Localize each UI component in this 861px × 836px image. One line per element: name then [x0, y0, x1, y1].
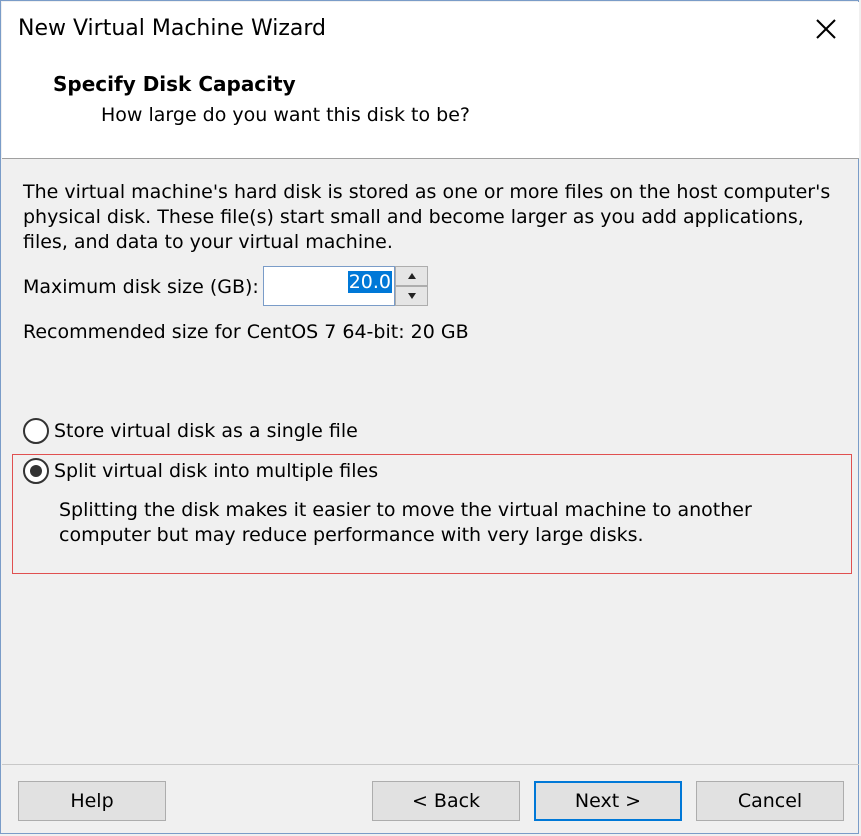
- page-title: Specify Disk Capacity: [53, 72, 296, 96]
- window-title: New Virtual Machine Wizard: [18, 16, 326, 41]
- arrow-up-icon: [408, 273, 416, 279]
- spin-down-button[interactable]: [395, 286, 428, 306]
- help-button[interactable]: Help: [18, 781, 166, 821]
- radio-single-file[interactable]: Store virtual disk as a single file: [23, 417, 358, 445]
- recommended-size-text: Recommended size for CentOS 7 64-bit: 20…: [23, 321, 469, 343]
- wizard-header: Specify Disk Capacity How large do you w…: [2, 58, 859, 159]
- radio-split-files[interactable]: Split virtual disk into multiple files: [23, 457, 378, 485]
- spin-up-button[interactable]: [395, 266, 428, 286]
- close-button[interactable]: [811, 14, 841, 44]
- arrow-down-icon: [408, 293, 416, 299]
- disk-description: The virtual machine's hard disk is store…: [23, 181, 831, 253]
- split-description: Splitting the disk makes it easier to mo…: [59, 499, 752, 546]
- radio-single-circle[interactable]: [23, 418, 49, 444]
- page-subtitle: How large do you want this disk to be?: [101, 104, 471, 126]
- cancel-button[interactable]: Cancel: [696, 781, 844, 821]
- radio-split-label: Split virtual disk into multiple files: [54, 460, 379, 482]
- footer-divider: [2, 764, 859, 765]
- back-button[interactable]: < Back: [372, 781, 520, 821]
- wizard-window: New Virtual Machine Wizard Specify Disk …: [0, 0, 859, 834]
- disk-size-input[interactable]: 20.0: [263, 266, 395, 306]
- next-button[interactable]: Next >: [534, 781, 682, 821]
- close-icon: [816, 19, 836, 39]
- disk-size-label: Maximum disk size (GB):: [23, 276, 259, 298]
- disk-size-stepper: 20.0: [263, 266, 428, 306]
- radio-split-circle[interactable]: [23, 458, 49, 484]
- radio-single-label: Store virtual disk as a single file: [54, 420, 358, 442]
- title-bar: New Virtual Machine Wizard: [2, 2, 859, 58]
- disk-size-value: 20.0: [347, 271, 392, 293]
